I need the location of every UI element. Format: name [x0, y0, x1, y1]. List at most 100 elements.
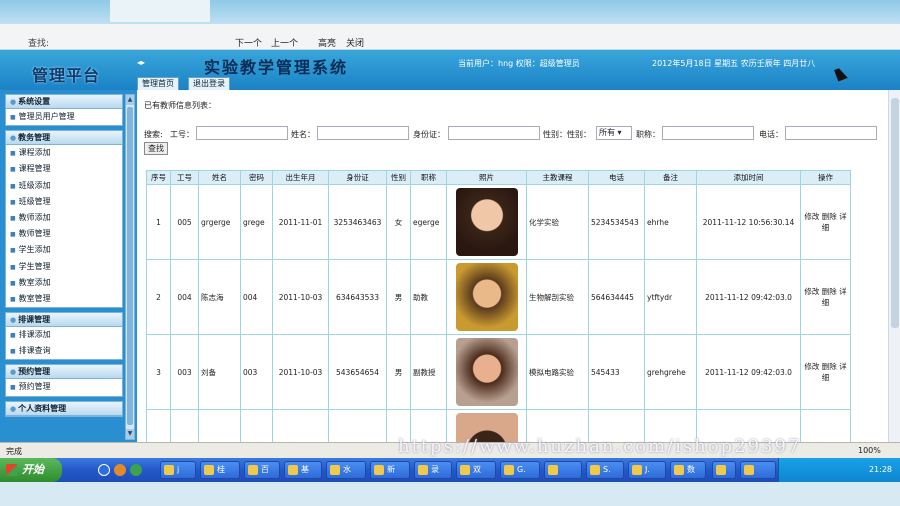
name-input[interactable] — [317, 126, 409, 140]
taskbar-button[interactable]: 数 — [670, 461, 706, 479]
cell-time: 2011-11-12 09:42:03.0 — [696, 259, 801, 335]
cell-name: grgerge — [198, 184, 241, 260]
gonghao-label: 工号： — [170, 130, 194, 139]
scroll-up-icon[interactable]: ▲ — [126, 95, 134, 105]
main-scroll-thumb[interactable] — [891, 98, 899, 328]
top-white-bar — [110, 0, 210, 22]
column-header: 身份证 — [328, 170, 387, 185]
taskbar-button[interactable] — [740, 461, 776, 479]
tab-logout[interactable]: 退出登录 — [188, 77, 230, 91]
taskbar-button[interactable]: 录 — [414, 461, 452, 479]
table-row: 1 005 grgerge grege 2011-11-01 3253463463 女 ege… — [146, 184, 851, 260]
name-label: 姓名： — [291, 130, 315, 139]
op-link[interactable]: 修改 — [804, 362, 821, 371]
taskbar-button[interactable]: 百 — [244, 461, 280, 479]
sidebar-item[interactable]: 课程管理 — [6, 161, 122, 177]
sidebar: 系统设置管理员用户管理教务管理课程添加课程管理班级添加班级管理教师添加教师管理学… — [0, 90, 137, 442]
teacher-photo — [446, 334, 527, 410]
column-header: 备注 — [644, 170, 697, 185]
op-link[interactable]: 删除 — [822, 287, 839, 296]
phone-input[interactable] — [785, 126, 877, 140]
cell-phone: 5234534543 — [588, 184, 645, 260]
cell-idcard: 543654654 — [328, 334, 387, 410]
sidebar-scrollbar[interactable]: ▲ ▼ — [125, 94, 135, 440]
sidebar-group-header[interactable]: 教务管理 — [6, 131, 122, 146]
cell-no: 2 — [146, 259, 171, 335]
sidebar-group-header[interactable]: 系统设置 — [6, 95, 122, 109]
main-scrollbar[interactable] — [888, 90, 900, 442]
op-link[interactable]: 删除 — [822, 362, 839, 371]
column-header: 工号 — [170, 170, 199, 185]
scroll-down-icon[interactable]: ▼ — [126, 429, 134, 439]
cell-time: 2011-11-12 10:56:30.14 — [696, 184, 801, 260]
op-link[interactable]: 修改 — [804, 287, 821, 296]
find-next-button[interactable]: 下一个 — [235, 36, 262, 49]
sidebar-item[interactable]: 学生添加 — [6, 242, 122, 258]
cell-pwd: 004 — [240, 259, 273, 335]
sidebar-item[interactable]: 教室添加 — [6, 275, 122, 291]
tab-home[interactable]: 管理首页 — [137, 77, 179, 91]
cell-birth: 2011-10-03 — [272, 259, 329, 335]
taskbar-button[interactable]: J. — [628, 461, 666, 479]
taskbar-button[interactable] — [712, 461, 736, 479]
photo-image — [455, 338, 518, 406]
op-link[interactable]: 删除 — [822, 212, 839, 221]
cell-name: 陈志海 — [198, 259, 241, 335]
highlight-button[interactable]: 高亮 — [318, 36, 336, 49]
sidebar-item[interactable]: 教室管理 — [6, 291, 122, 307]
bottom-strip — [0, 482, 900, 506]
sidebar-group-header[interactable]: 预约管理 — [6, 365, 122, 380]
cell-course: 模拟电路实验 — [526, 334, 589, 410]
sidebar-item[interactable]: 学生管理 — [6, 259, 122, 275]
sidebar-item[interactable]: 班级管理 — [6, 194, 122, 210]
close-find-button[interactable]: 关闭 — [346, 36, 364, 49]
cell-ops: 修改 删除 详细 — [800, 184, 851, 260]
taskbar-button[interactable]: S. — [586, 461, 624, 479]
collapse-sidebar-icon[interactable]: ◂▸ — [137, 58, 145, 67]
find-button[interactable]: 查找 — [144, 142, 168, 155]
taskbar-button[interactable]: j — [160, 461, 196, 479]
sidebar-item[interactable]: 教师添加 — [6, 210, 122, 226]
column-header: 添加时间 — [696, 170, 801, 185]
find-label: 查找: — [28, 39, 50, 49]
op-link[interactable]: 修改 — [804, 212, 821, 221]
cell-phone: 564634445 — [588, 259, 645, 335]
taskbar-button[interactable]: 新 — [370, 461, 410, 479]
zoom-level[interactable]: 100% — [858, 446, 881, 455]
taskbar-button[interactable]: G. — [500, 461, 540, 479]
sidebar-item[interactable]: 课程添加 — [6, 145, 122, 161]
taskbar-button[interactable]: 双 — [456, 461, 496, 479]
cell-ops: 修改 删除 详细 — [800, 259, 851, 335]
page-title: 已有教师信息列表： — [144, 101, 216, 110]
idcard-input[interactable] — [448, 126, 540, 140]
sidebar-group-header[interactable]: 个人资料管理 — [6, 401, 122, 416]
sidebar-scroll-thumb[interactable] — [127, 107, 133, 425]
column-header: 姓名 — [198, 170, 241, 185]
media-icon[interactable] — [114, 464, 126, 476]
find-prev-button[interactable]: 上一个 — [271, 36, 298, 49]
sidebar-group-header[interactable]: 排课管理 — [6, 313, 122, 328]
gender-select[interactable]: 所有 ▾ — [596, 126, 632, 140]
sidebar-item[interactable]: 排课查询 — [6, 343, 122, 359]
desktop-icon[interactable] — [98, 464, 110, 476]
sidebar-item[interactable]: 管理员用户管理 — [6, 109, 122, 125]
taskbar-button[interactable]: 桂 — [200, 461, 240, 479]
sidebar-item[interactable]: 教师管理 — [6, 226, 122, 242]
start-button[interactable]: 开始 — [0, 458, 62, 482]
idcard-label: 身份证： — [413, 130, 445, 139]
sidebar-item[interactable]: 排课添加 — [6, 327, 122, 343]
title-input[interactable] — [662, 126, 754, 140]
column-header: 密码 — [240, 170, 273, 185]
gonghao-input[interactable] — [196, 126, 288, 140]
taskbar-button[interactable]: 水 — [326, 461, 366, 479]
browser-icon[interactable] — [130, 464, 142, 476]
column-header: 出生年月 — [272, 170, 329, 185]
sidebar-group: 系统设置管理员用户管理 — [5, 94, 123, 127]
taskbar-button[interactable] — [544, 461, 582, 479]
cell-note: ytftydr — [644, 259, 697, 335]
sidebar-item[interactable]: 预约管理 — [6, 379, 122, 395]
taskbar-button[interactable]: 基 — [284, 461, 322, 479]
sidebar-item[interactable]: 班级添加 — [6, 178, 122, 194]
cell-ops: 修改 删除 详细 — [800, 334, 851, 410]
top-background-strip — [0, 0, 900, 24]
